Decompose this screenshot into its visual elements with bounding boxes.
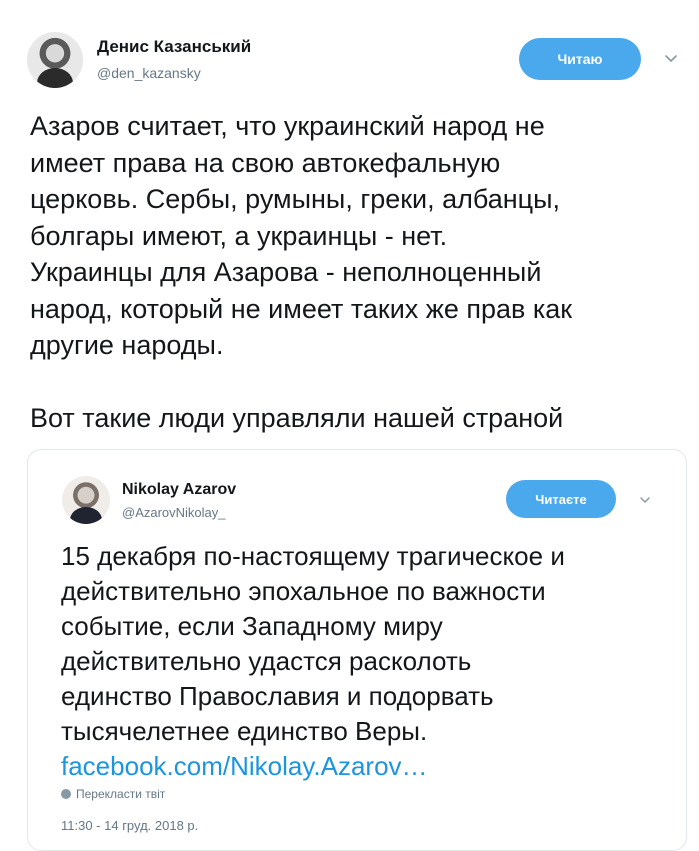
quoted-tweet-text: 15 декабря по-настоящему трагическое и д… [61,539,671,784]
quoted-author-name[interactable]: Nikolay Azarov [122,481,236,499]
quoted-tweet[interactable]: Nikolay Azarov @AzarovNikolay_ Читаєте 1… [27,449,687,851]
globe-icon [61,789,71,799]
translate-label: Перекласти твіт [76,787,166,801]
quoted-author-handle[interactable]: @AzarovNikolay_ [122,505,226,520]
tweet-paragraph: Азаров считает, что украинский народ не … [30,111,573,360]
avatar[interactable] [62,476,110,524]
author-name[interactable]: Денис Казанський [97,37,251,57]
tweet-header: Денис Казанський @den_kazansky Читаю [27,32,687,92]
author-handle[interactable]: @den_kazansky [97,65,201,81]
quoted-follow-button[interactable]: Читаєте [506,480,616,518]
translate-tweet-link[interactable]: Перекласти твіт [61,787,165,801]
quoted-body: 15 декабря по-настоящему трагическое и д… [61,541,565,746]
tweet-text: Азаров считает, что украинский народ не … [30,108,680,436]
external-link[interactable]: facebook.com/Nikolay.Azarov… [61,751,428,781]
follow-button[interactable]: Читаю [519,38,641,80]
avatar[interactable] [27,32,83,88]
chevron-down-icon[interactable] [664,52,678,66]
timestamp[interactable]: 11:30 - 14 груд. 2018 р. [61,818,198,833]
tweet-paragraph: Вот такие люди управляли нашей страной [30,402,564,433]
chevron-down-icon[interactable] [639,494,651,506]
